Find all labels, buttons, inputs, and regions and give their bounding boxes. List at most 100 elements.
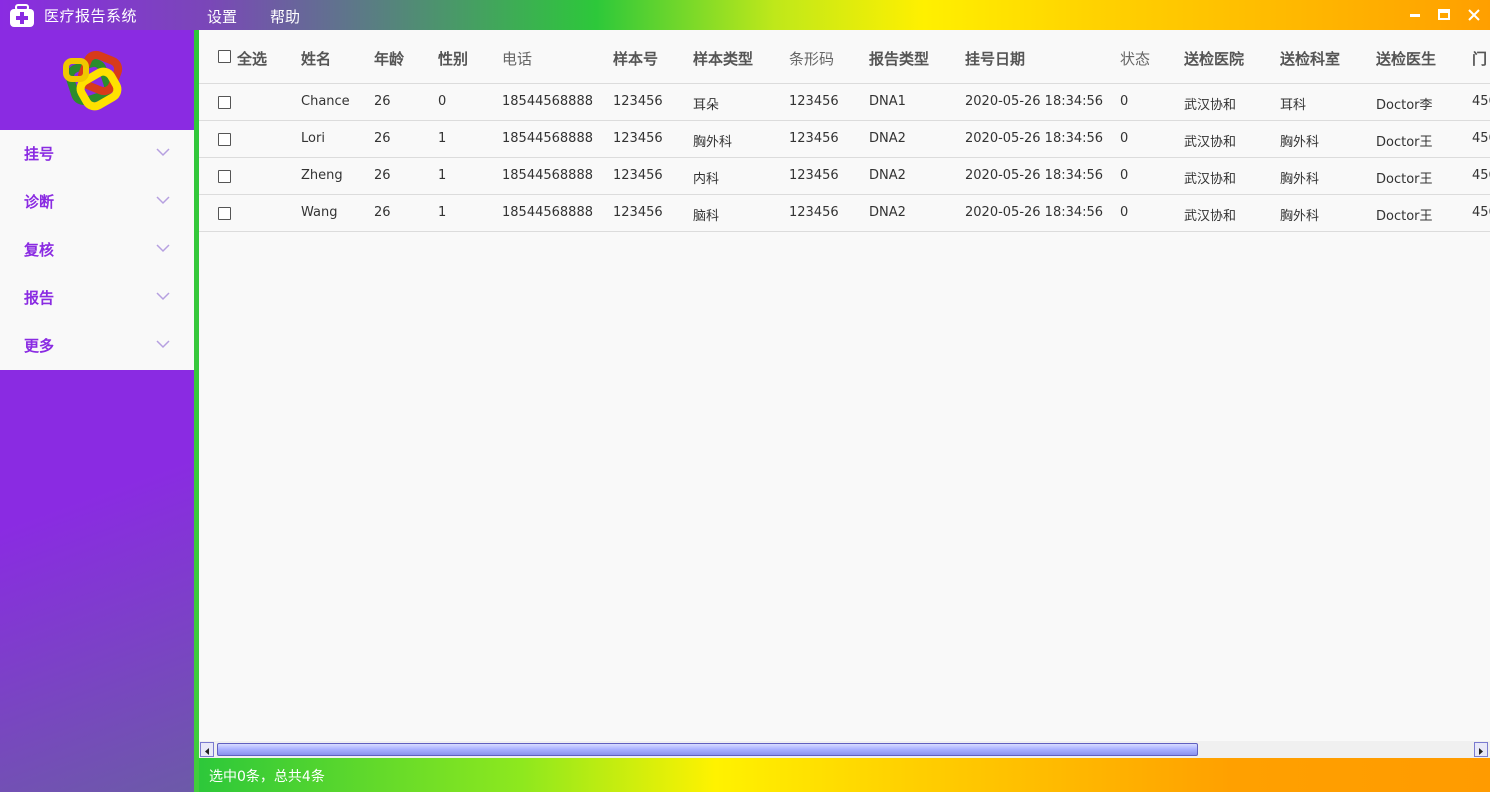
cell-age: 26 — [374, 131, 391, 146]
cell-report-type: DNA1 — [869, 94, 906, 109]
close-icon — [1468, 9, 1480, 21]
cell-doctor: Doctor王 — [1376, 135, 1433, 150]
nav-item-report[interactable]: 报告 — [0, 274, 194, 322]
row-checkbox[interactable] — [218, 170, 231, 183]
app-window: 医疗报告系统 设置 帮助 挂号 诊断 复核 报告 更多 全选 姓名 年龄 性别 … — [0, 0, 1490, 792]
cell-status: 0 — [1120, 131, 1129, 146]
minimize-button[interactable] — [1400, 0, 1430, 30]
cell-report-type: DNA2 — [869, 131, 906, 146]
logo-area — [0, 30, 194, 130]
cell-name: Lori — [301, 131, 325, 146]
nav-item-label: 复核 — [24, 241, 55, 259]
table-row[interactable]: Lori 26 1 18544568888 123456 胸外科 123456 … — [199, 121, 1490, 158]
cell-age: 26 — [374, 205, 391, 220]
sidebar: 挂号 诊断 复核 报告 更多 — [0, 30, 194, 792]
logo-icon — [63, 50, 123, 111]
cell-clinic: 456 — [1472, 131, 1490, 146]
column-header-sample-type[interactable]: 样本类型 — [693, 48, 753, 69]
menu-settings[interactable]: 设置 — [207, 6, 237, 27]
cell-sample-type: 胸外科 — [693, 135, 733, 150]
cell-department: 耳科 — [1280, 98, 1307, 113]
chevron-down-icon — [156, 340, 170, 349]
select-all-label[interactable]: 全选 — [237, 48, 267, 69]
row-checkbox[interactable] — [218, 133, 231, 146]
app-title: 医疗报告系统 — [44, 7, 138, 25]
table-header: 全选 姓名 年龄 性别 电话 样本号 样本类型 条形码 报告类型 挂号日期 状态… — [199, 30, 1490, 84]
status-bar: 选中0条，总共4条 — [199, 758, 1490, 792]
minimize-icon — [1410, 14, 1420, 17]
nav-item-label: 挂号 — [24, 145, 55, 163]
row-checkbox[interactable] — [218, 207, 231, 220]
column-header-reg-date[interactable]: 挂号日期 — [965, 48, 1025, 69]
cell-sample-no: 123456 — [613, 131, 663, 146]
cell-gender: 1 — [438, 131, 447, 146]
table-row[interactable]: Chance 26 0 18544568888 123456 耳朵 123456… — [199, 84, 1490, 121]
row-checkbox[interactable] — [218, 96, 231, 109]
cell-phone: 18544568888 — [502, 168, 593, 183]
scroll-left-button[interactable] — [200, 742, 214, 757]
arrow-left-icon — [205, 748, 209, 755]
horizontal-scrollbar[interactable] — [199, 741, 1490, 758]
cell-phone: 18544568888 — [502, 205, 593, 220]
cell-gender: 1 — [438, 205, 447, 220]
cell-status: 0 — [1120, 94, 1129, 109]
cell-reg-date: 2020-05-26 18:34:56 — [965, 168, 1104, 183]
chevron-down-icon — [156, 196, 170, 205]
table-row[interactable]: Zheng 26 1 18544568888 123456 内科 123456 … — [199, 158, 1490, 195]
cell-reg-date: 2020-05-26 18:34:56 — [965, 94, 1104, 109]
close-button[interactable] — [1459, 0, 1489, 30]
cell-department: 胸外科 — [1280, 172, 1320, 187]
nav-item-diagnosis[interactable]: 诊断 — [0, 178, 194, 226]
cell-sample-no: 123456 — [613, 168, 663, 183]
cell-doctor: Doctor李 — [1376, 98, 1433, 113]
cell-hospital: 武汉协和 — [1184, 172, 1237, 187]
cell-barcode: 123456 — [789, 131, 839, 146]
cell-age: 26 — [374, 168, 391, 183]
column-header-report-type[interactable]: 报告类型 — [869, 48, 929, 69]
cell-name: Zheng — [301, 168, 343, 183]
column-header-status[interactable]: 状态 — [1120, 48, 1150, 69]
cell-gender: 1 — [438, 168, 447, 183]
select-all-checkbox[interactable] — [218, 50, 231, 63]
column-header-doctor[interactable]: 送检医生 — [1376, 48, 1436, 69]
cell-department: 胸外科 — [1280, 135, 1320, 150]
column-header-sample-no[interactable]: 样本号 — [613, 48, 658, 69]
cell-sample-type: 脑科 — [693, 209, 720, 224]
column-header-barcode[interactable]: 条形码 — [789, 48, 834, 69]
chevron-down-icon — [156, 244, 170, 253]
cell-department: 胸外科 — [1280, 209, 1320, 224]
medical-kit-icon — [10, 4, 34, 27]
cell-reg-date: 2020-05-26 18:34:56 — [965, 205, 1104, 220]
cell-name: Chance — [301, 94, 350, 109]
nav-item-label: 报告 — [24, 289, 55, 307]
cell-phone: 18544568888 — [502, 131, 593, 146]
cell-barcode: 123456 — [789, 94, 839, 109]
nav-menu: 挂号 诊断 复核 报告 更多 — [0, 130, 194, 370]
scroll-right-button[interactable] — [1474, 742, 1488, 757]
column-header-age[interactable]: 年龄 — [374, 48, 404, 69]
table-row[interactable]: Wang 26 1 18544568888 123456 脑科 123456 D… — [199, 195, 1490, 232]
cell-sample-type: 耳朵 — [693, 98, 720, 113]
column-header-name[interactable]: 姓名 — [301, 48, 331, 69]
chevron-down-icon — [156, 148, 170, 157]
cell-clinic: 456 — [1472, 168, 1490, 183]
nav-item-label: 诊断 — [24, 193, 55, 211]
cell-report-type: DNA2 — [869, 205, 906, 220]
cell-reg-date: 2020-05-26 18:34:56 — [965, 131, 1104, 146]
cell-hospital: 武汉协和 — [1184, 135, 1237, 150]
column-header-gender[interactable]: 性别 — [438, 48, 468, 69]
column-header-department[interactable]: 送检科室 — [1280, 48, 1340, 69]
nav-item-review[interactable]: 复核 — [0, 226, 194, 274]
column-header-clinic[interactable]: 门 — [1472, 48, 1487, 69]
scroll-thumb[interactable] — [217, 743, 1198, 756]
column-header-phone[interactable]: 电话 — [502, 48, 532, 69]
nav-item-more[interactable]: 更多 — [0, 322, 194, 370]
cell-status: 0 — [1120, 205, 1129, 220]
column-header-hospital[interactable]: 送检医院 — [1184, 48, 1244, 69]
chevron-down-icon — [156, 292, 170, 301]
menu-help[interactable]: 帮助 — [270, 6, 300, 27]
maximize-button[interactable] — [1429, 0, 1459, 30]
cell-barcode: 123456 — [789, 168, 839, 183]
cell-gender: 0 — [438, 94, 447, 109]
nav-item-registration[interactable]: 挂号 — [0, 130, 194, 178]
